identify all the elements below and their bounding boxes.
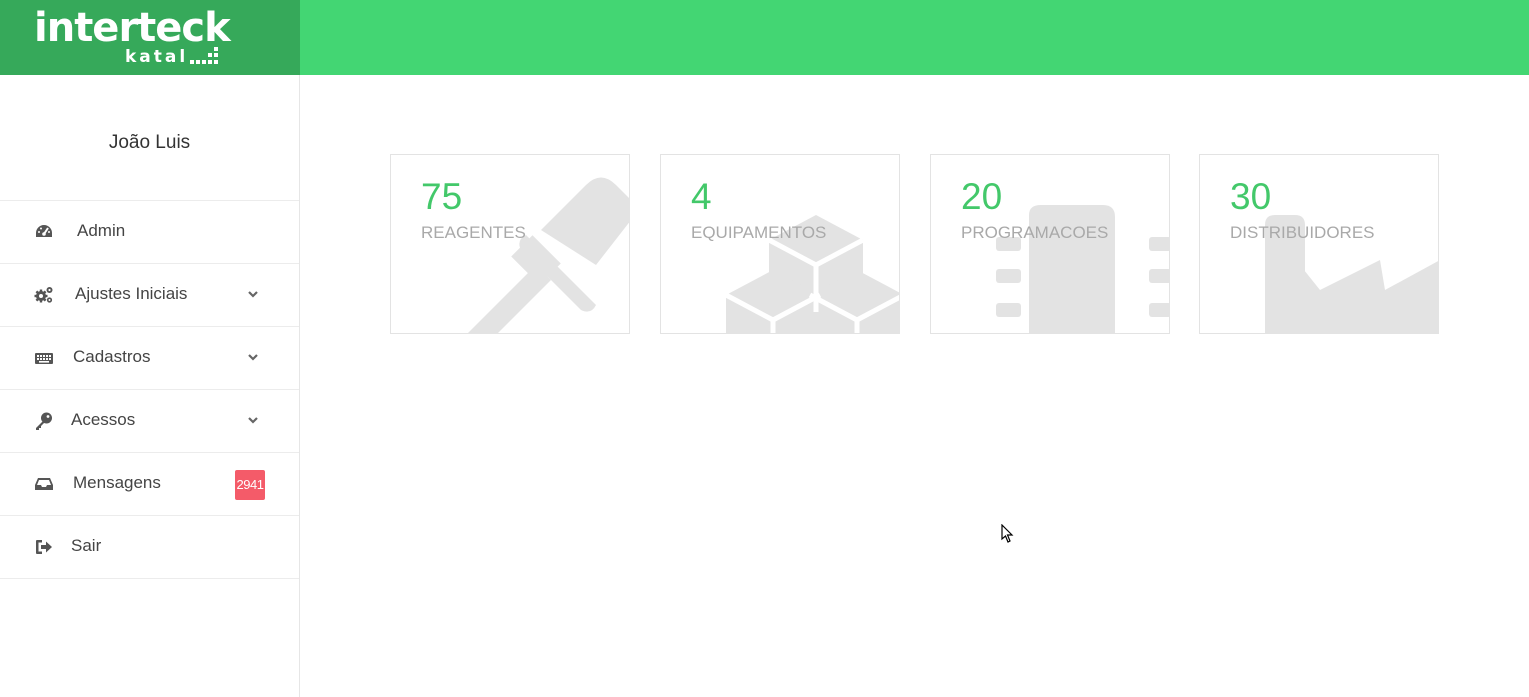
stat-label: PROGRAMACOES <box>961 223 1109 242</box>
chevron-down-icon <box>248 354 258 361</box>
sidebar-item-ajustes-iniciais[interactable]: Ajustes Iniciais <box>0 264 299 327</box>
stat-value: 75 <box>421 176 463 217</box>
sidebar-item-label: Mensagens <box>73 473 161 492</box>
stat-value: 20 <box>961 176 1003 217</box>
stat-label: DISTRIBUIDORES <box>1230 223 1375 242</box>
sign-out-icon <box>36 540 52 554</box>
stat-card-equipamentos[interactable]: 4 EQUIPAMENTOS <box>660 154 900 334</box>
sidebar-item-cadastros[interactable]: Cadastros <box>0 327 299 390</box>
stat-value: 4 <box>691 176 712 217</box>
sidebar: João Luis Admin Ajustes Iniciais Cadastr… <box>0 75 300 697</box>
logo-dots-icon <box>190 47 218 64</box>
sidebar-menu: Admin Ajustes Iniciais Cadastros Acessos… <box>0 200 299 579</box>
sidebar-item-label: Ajustes Iniciais <box>75 284 188 303</box>
tachometer-icon <box>36 225 52 237</box>
keyboard-icon <box>35 353 53 364</box>
chevron-down-icon <box>248 417 258 424</box>
stat-card-distribuidores[interactable]: 30 DISTRIBUIDORES <box>1199 154 1439 334</box>
key-icon <box>36 412 52 430</box>
logo-text: interteck <box>34 5 231 51</box>
user-name: João Luis <box>108 132 191 153</box>
sidebar-item-label: Acessos <box>71 410 136 429</box>
stat-card-reagentes[interactable]: 75 REAGENTES <box>390 154 630 334</box>
sidebar-item-mensagens[interactable]: Mensagens 2941 <box>0 453 299 516</box>
sidebar-item-admin[interactable]: Admin <box>0 201 299 264</box>
mouse-cursor-icon <box>1001 524 1014 543</box>
sidebar-item-acessos[interactable]: Acessos <box>0 390 299 453</box>
sidebar-item-sair[interactable]: Sair <box>0 516 299 579</box>
stat-card-programacoes[interactable]: 20 PROGRAMACOES <box>930 154 1170 334</box>
stat-label: EQUIPAMENTOS <box>691 223 827 242</box>
sidebar-item-label: Cadastros <box>73 347 151 366</box>
logo-subtext: katal <box>125 47 189 67</box>
inbox-icon <box>35 478 53 490</box>
stat-value: 30 <box>1230 176 1272 217</box>
sidebar-item-label: Sair <box>71 536 102 555</box>
stat-label: REAGENTES <box>421 223 526 242</box>
chevron-down-icon <box>248 291 258 298</box>
logo[interactable]: interteck katal <box>0 0 300 75</box>
gears-icon <box>34 287 53 303</box>
messages-count-badge: 2941 <box>235 470 265 500</box>
sidebar-item-label: Admin <box>77 221 126 240</box>
